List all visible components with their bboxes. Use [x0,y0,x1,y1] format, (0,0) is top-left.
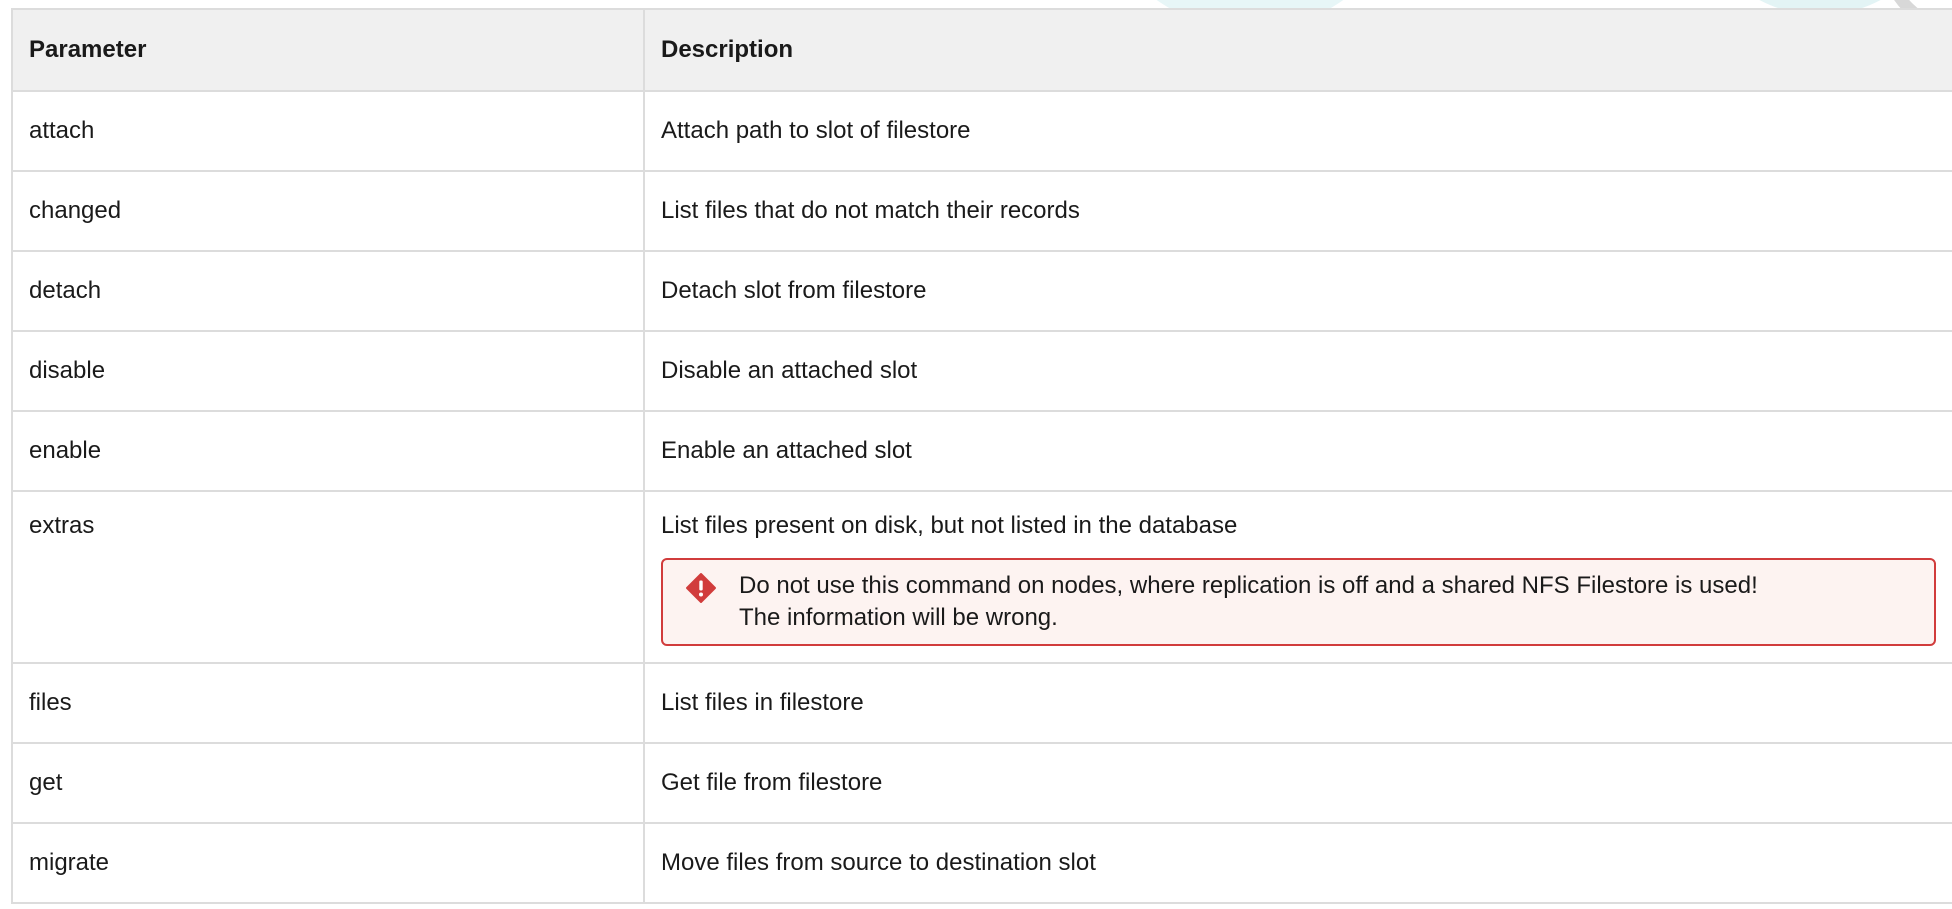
description-cell: Disable an attached slot [643,330,1952,412]
parameter-cell: attach [11,90,645,172]
parameter-cell: get [11,742,645,824]
parameter-cell: migrate [11,822,645,904]
description-cell: Attach path to slot of filestore [643,90,1952,172]
parameter-cell: extras [11,490,645,664]
description-cell: List files that do not match their recor… [643,170,1952,252]
table-row: attach Attach path to slot of filestore [11,90,1952,172]
table-row: files List files in filestore [11,662,1952,744]
parameter-cell: files [11,662,645,744]
description-cell: Move files from source to destination sl… [643,822,1952,904]
parameter-cell: changed [11,170,645,252]
table-row: disable Disable an attached slot [11,330,1952,412]
description-cell: Detach slot from filestore [643,250,1952,332]
table-row: changed List files that do not match the… [11,170,1952,252]
description-cell: Get file from filestore [643,742,1952,824]
column-header-description: Description [643,8,1952,92]
warning-diamond-icon [686,573,716,603]
table-header-row: Parameter Description [11,8,1952,92]
table-row: extras List files present on disk, but n… [11,490,1952,664]
parameter-cell: enable [11,410,645,492]
description-cell: List files in filestore [643,662,1952,744]
description-text: List files present on disk, but not list… [661,512,1238,539]
page: Parameter Description attach Attach path… [0,0,1952,909]
description-cell: Enable an attached slot [643,410,1952,492]
alert-line: Do not use this command on nodes, where … [739,572,1758,599]
table-row: enable Enable an attached slot [11,410,1952,492]
description-cell: List files present on disk, but not list… [643,490,1952,664]
alert-message: Do not use this command on nodes, where … [739,570,1758,634]
table-row: detach Detach slot from filestore [11,250,1952,332]
warning-alert: Do not use this command on nodes, where … [661,558,1936,646]
column-header-parameter: Parameter [11,8,645,92]
alert-line: The information will be wrong. [739,604,1058,631]
parameter-cell: detach [11,250,645,332]
table-row: migrate Move files from source to destin… [11,822,1952,904]
parameter-cell: disable [11,330,645,412]
parameter-table: Parameter Description attach Attach path… [11,8,1952,904]
table-row: get Get file from filestore [11,742,1952,824]
